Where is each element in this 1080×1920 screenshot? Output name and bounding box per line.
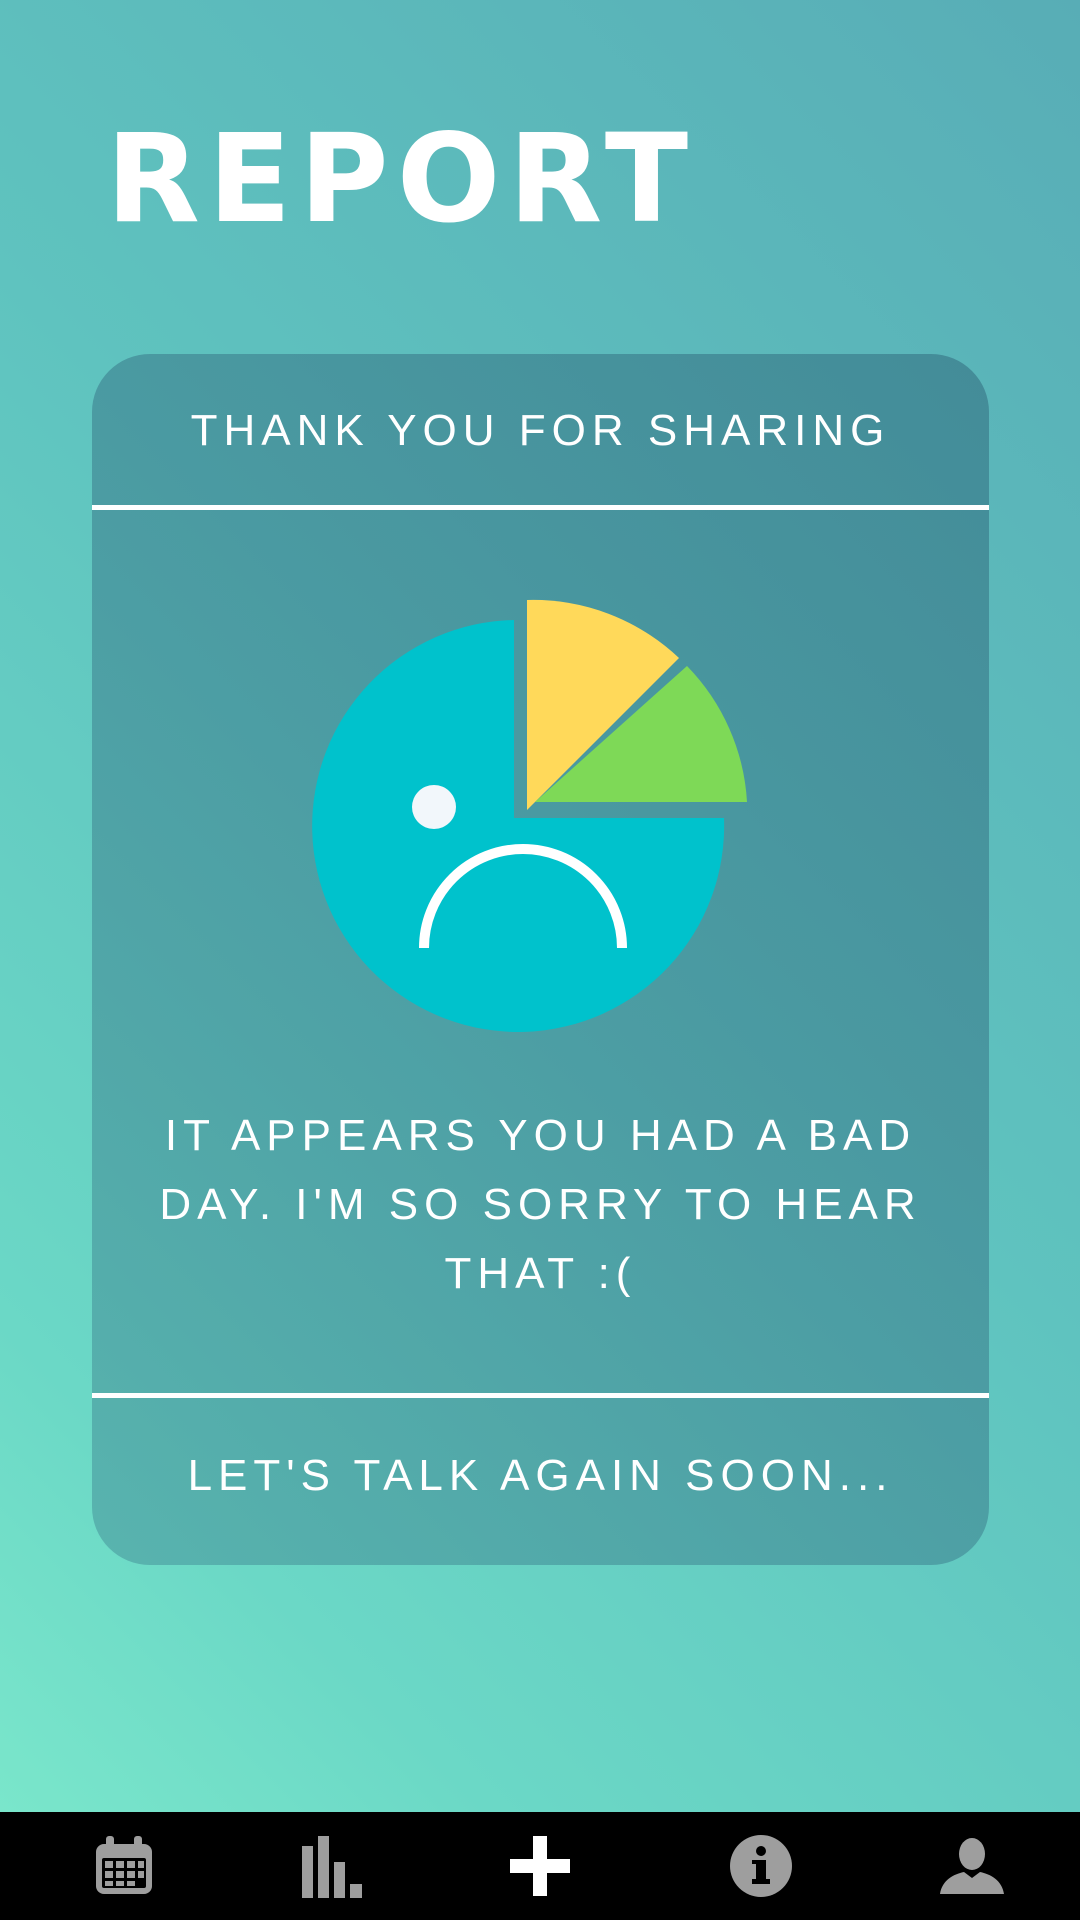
info-icon <box>730 1835 792 1897</box>
calendar-icon <box>96 1836 152 1894</box>
report-card: THANK YOU FOR SHARING IT APPEARS YOU HAD… <box>92 354 989 1565</box>
nav-statistics[interactable] <box>273 1812 393 1920</box>
report-message: IT APPEARS YOU HAD A BAD DAY. I'M SO SOR… <box>159 1111 922 1298</box>
divider <box>92 505 989 510</box>
page-title: REPORT <box>106 108 697 250</box>
sad-face-pie-chart-icon <box>312 599 747 1032</box>
card-closing: LET'S TALK AGAIN SOON... <box>187 1450 894 1500</box>
nav-info[interactable] <box>701 1812 821 1920</box>
eye <box>412 785 456 829</box>
profile-icon <box>940 1838 1004 1894</box>
card-heading: THANK YOU FOR SHARING <box>190 406 891 455</box>
face-slice <box>312 620 725 1032</box>
plus-icon <box>510 1836 570 1896</box>
nav-profile[interactable] <box>912 1812 1032 1920</box>
bar-chart-icon <box>302 1836 362 1898</box>
nav-calendar[interactable] <box>64 1812 184 1920</box>
nav-add-entry[interactable] <box>480 1812 600 1920</box>
bottom-nav <box>0 1812 1080 1920</box>
